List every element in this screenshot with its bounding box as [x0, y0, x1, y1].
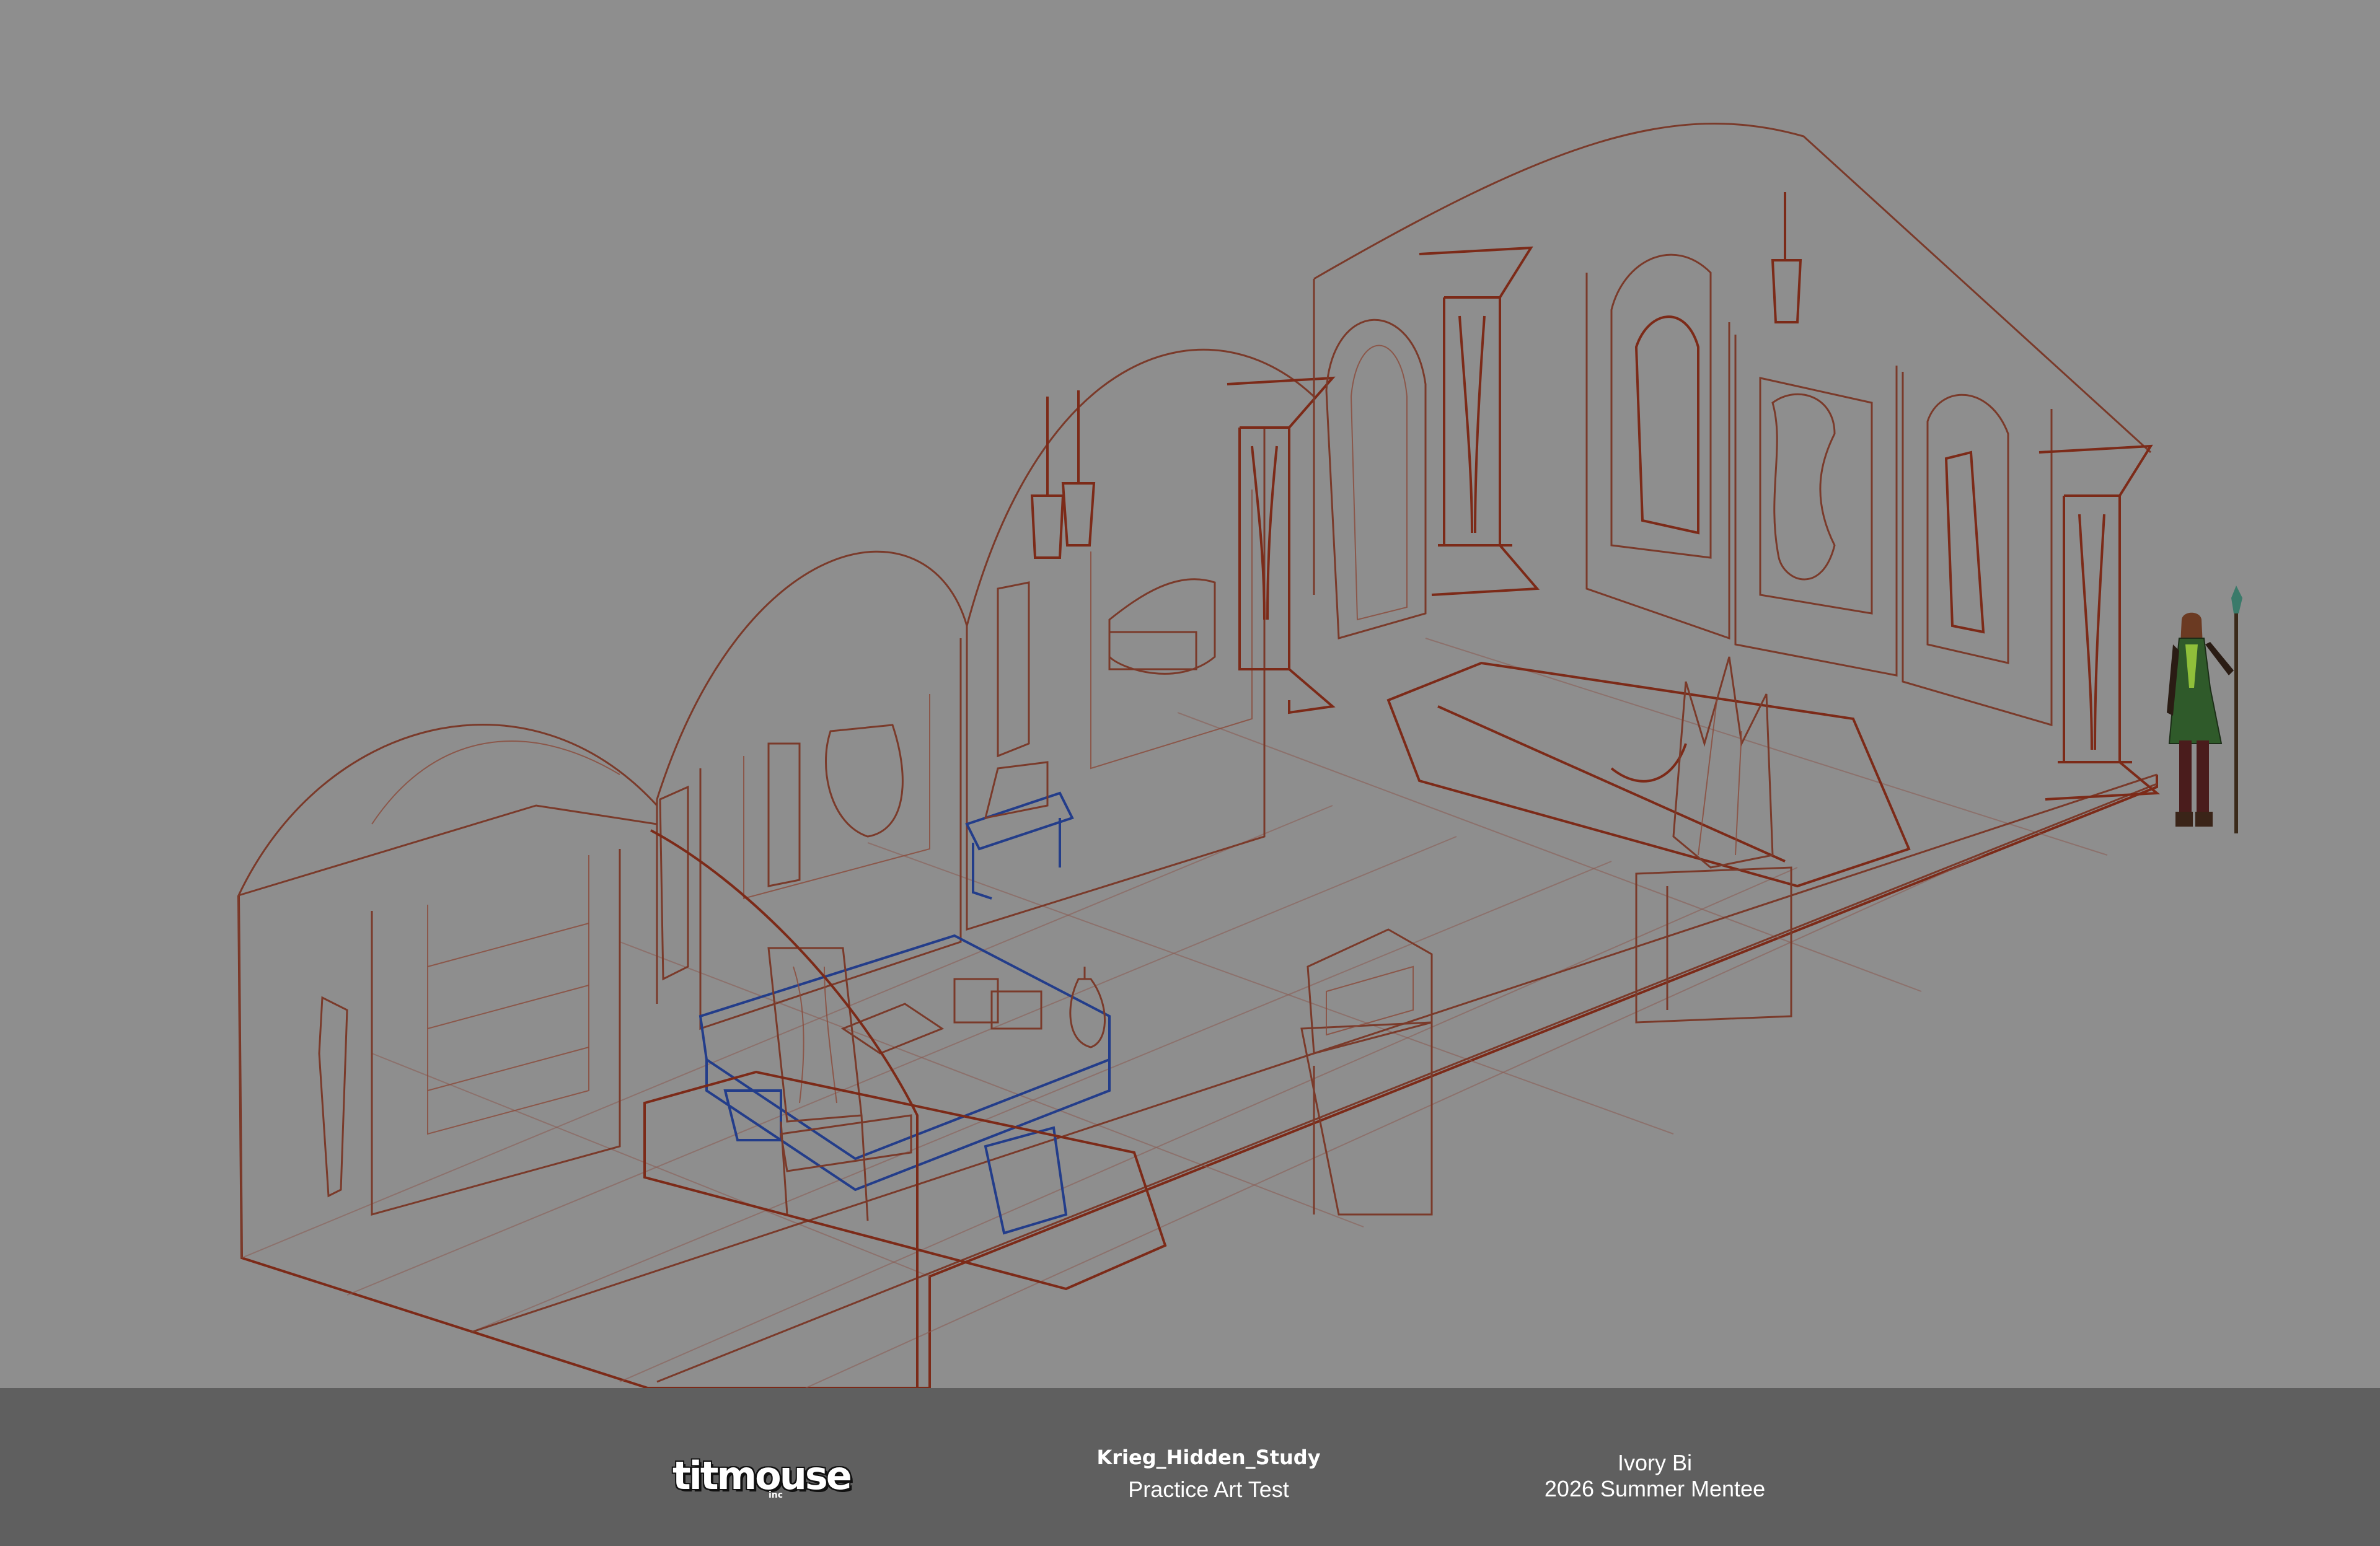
studio-logo-suffix: inc: [769, 1490, 783, 1500]
pillar-center: [1419, 246, 1540, 596]
floor-outline: [237, 638, 2158, 1388]
artist-name: Ivory Bi: [1617, 1450, 1693, 1475]
far-wall: [1313, 122, 2152, 639]
back-wall-right-arch: [966, 348, 1315, 931]
display-pedestal: [1300, 928, 1433, 1216]
studio-logo: titmouse: [672, 1453, 852, 1498]
title-block: Krieg_Hidden_Study Practice Art Test: [1060, 1444, 1357, 1508]
crystal-pedestal: [1635, 656, 1792, 1024]
drawing-canvas: [0, 0, 2380, 1388]
pillar-left: [1227, 376, 1336, 714]
credit-block: Ivory Bi 2026 Summer Mentee: [1500, 1450, 1810, 1502]
back-wall-left-section: [237, 724, 658, 1258]
project-subtitle: Practice Art Test: [1128, 1477, 1289, 1502]
desk-rug: [643, 1070, 1167, 1291]
pillar-right: [2038, 444, 2161, 801]
floor-rug: [1386, 661, 1911, 888]
character-figure: [2167, 586, 2242, 833]
room-sketch: [237, 122, 2242, 1388]
display-cabinets-far: [1585, 192, 2053, 726]
back-wall-middle-section: [656, 550, 968, 1030]
artist-program: 2026 Summer Mentee: [1544, 1476, 1766, 1501]
project-title: Krieg_Hidden_Study: [1096, 1446, 1321, 1469]
guide-lines: [650, 829, 930, 1388]
side-table-blue: [965, 761, 1074, 900]
